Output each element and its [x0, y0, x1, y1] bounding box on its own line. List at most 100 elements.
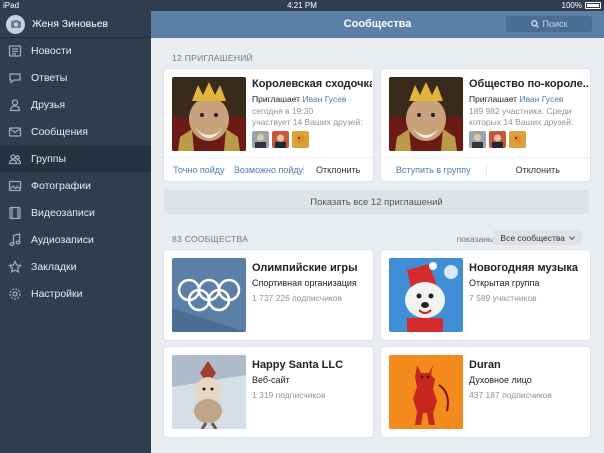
- community-count: 437 187 подписчиков: [469, 390, 552, 400]
- show-all-invitations-button[interactable]: Показать все 12 приглашений: [164, 190, 589, 214]
- invitation-actions: Точно пойду Возможно пойду Отклонить: [164, 157, 373, 181]
- profile-name: Женя Зиновьев: [32, 18, 109, 30]
- invitation-title: Общество по-короле...: [469, 78, 589, 90]
- filter-label: показаны: [456, 234, 494, 244]
- community-card[interactable]: Олимпийские игры Спортивная организация …: [164, 250, 373, 340]
- sidebar-item-settings[interactable]: Настройки: [0, 281, 151, 308]
- community-count: 1 319 подписчиков: [252, 390, 326, 400]
- gear-icon: [9, 288, 21, 300]
- santa-dog-image: [389, 258, 463, 332]
- inviter-link[interactable]: Иван Гусев: [519, 94, 563, 104]
- king-image: [172, 77, 246, 151]
- community-name: Олимпийские игры: [252, 262, 358, 274]
- filter-value: Все сообщества: [500, 232, 565, 243]
- invitation-card[interactable]: Королевская сходочка Приглашает Иван Гус…: [164, 69, 373, 181]
- invitation-actions: Вступить в группу Отклонить: [381, 157, 590, 181]
- king-image: [389, 77, 463, 151]
- event-time: сегодня в 19:30: [252, 106, 314, 116]
- decline-button[interactable]: Отклонить: [303, 158, 373, 181]
- sidebar-item-label: Друзья: [31, 99, 66, 111]
- invitation-title: Королевская сходочка: [252, 78, 372, 90]
- community-card[interactable]: Happy Santa LLC Веб-сайт 1 319 подписчик…: [164, 347, 373, 437]
- avatar[interactable]: [292, 131, 309, 148]
- sidebar-item-news[interactable]: Новости: [0, 38, 151, 65]
- status-bar: iPad 4:21 PM 100%: [0, 0, 604, 11]
- header-bar: Сообщества Поиск: [151, 11, 604, 38]
- sidebar-item-label: Сообщения: [31, 126, 88, 138]
- communities-section-label: 83 СООБЩЕСТВА: [172, 234, 249, 244]
- sidebar-item-answers[interactable]: Ответы: [0, 65, 151, 92]
- community-type: Спортивная организация: [252, 278, 357, 288]
- sidebar-item-label: Настройки: [31, 288, 83, 300]
- avatar[interactable]: [489, 131, 506, 148]
- invitation-inviter-line: Приглашает Иван Гусев: [252, 94, 346, 104]
- sidebar-item-label: Группы: [31, 153, 66, 165]
- member-count: 189 982 участника. Среди: [469, 106, 572, 116]
- main-content: 12 ПРИГЛАШЕНИЙ Королевская сходочка Приг…: [151, 38, 604, 453]
- invited-prefix: Приглашает: [469, 94, 518, 104]
- battery-percent: 100%: [561, 1, 582, 10]
- envelope-icon: [8, 127, 22, 137]
- inviter-link[interactable]: Иван Гусев: [302, 94, 346, 104]
- sidebar-item-label: Новости: [31, 45, 72, 57]
- community-type: Веб-сайт: [252, 375, 290, 385]
- photo-icon: [8, 180, 22, 192]
- sidebar-item-bookmarks[interactable]: Закладки: [0, 254, 151, 281]
- clock: 4:21 PM: [287, 1, 317, 10]
- star-icon: [8, 260, 22, 274]
- community-count: 1 737 226 подписчиков: [252, 293, 343, 303]
- battery-icon: [585, 2, 601, 9]
- community-filter-dropdown[interactable]: Все сообщества: [493, 230, 582, 245]
- sidebar-item-friends[interactable]: Друзья: [0, 92, 151, 119]
- maybe-button[interactable]: Возможно пойду: [233, 158, 304, 181]
- sidebar-item-label: Ответы: [31, 72, 68, 84]
- avatar[interactable]: [509, 131, 526, 148]
- community-name: Happy Santa LLC: [252, 359, 344, 371]
- sidebar-item-label: Аудиозаписи: [31, 234, 94, 246]
- community-name: Duran: [469, 359, 501, 371]
- community-count: 7 589 участников: [469, 293, 537, 303]
- devil-image: [389, 355, 463, 429]
- person-icon: [9, 99, 21, 112]
- battery-indicator: 100%: [562, 0, 601, 11]
- friends-count: участвует 14 Ваших друзей:: [252, 117, 363, 127]
- profile-row[interactable]: Женя Зиновьев: [0, 11, 151, 38]
- film-icon: [9, 206, 21, 220]
- avatar[interactable]: [469, 131, 486, 148]
- chat-bubble-icon: [9, 73, 21, 84]
- community-type: Открытая группа: [469, 278, 540, 288]
- friend-avatars: [469, 131, 526, 148]
- invitations-section-label: 12 ПРИГЛАШЕНИЙ: [172, 53, 254, 63]
- camera-icon: [6, 14, 25, 34]
- community-name: Новогодняя музыка: [469, 262, 578, 274]
- group-icon: [8, 154, 22, 165]
- invitation-card[interactable]: Общество по-короле... Приглашает Иван Гу…: [381, 69, 590, 181]
- friends-count: которых 14 Ваших друзей:: [469, 117, 574, 127]
- chevron-down-icon: [569, 235, 575, 240]
- invitation-inviter-line: Приглашает Иван Гусев: [469, 94, 563, 104]
- sidebar-menu: Новости Ответы Друзья Сообщения Группы Ф…: [0, 38, 151, 308]
- avatar[interactable]: [252, 131, 269, 148]
- sidebar-item-groups[interactable]: Группы: [0, 146, 151, 173]
- olympic-rings-image: [172, 258, 246, 332]
- community-card[interactable]: Duran Духовное лицо 437 187 подписчиков: [381, 347, 590, 437]
- avatar[interactable]: [272, 131, 289, 148]
- sidebar-item-videos[interactable]: Видеозаписи: [0, 200, 151, 227]
- search-input[interactable]: Поиск: [506, 16, 592, 32]
- music-note-icon: [9, 233, 21, 247]
- join-group-button[interactable]: Вступить в группу: [381, 158, 486, 181]
- community-type: Духовное лицо: [469, 375, 532, 385]
- sidebar: Женя Зиновьев Новости Ответы Друзья Сооб…: [0, 11, 151, 453]
- news-icon: [8, 45, 22, 57]
- going-button[interactable]: Точно пойду: [164, 158, 234, 181]
- decline-button[interactable]: Отклонить: [485, 158, 591, 181]
- sidebar-item-photos[interactable]: Фотографии: [0, 173, 151, 200]
- sidebar-item-label: Видеозаписи: [31, 207, 95, 219]
- search-icon: [530, 20, 539, 28]
- friend-avatars: [252, 131, 309, 148]
- invited-prefix: Приглашает: [252, 94, 301, 104]
- sidebar-item-messages[interactable]: Сообщения: [0, 119, 151, 146]
- search-placeholder: Поиск: [542, 19, 568, 29]
- community-card[interactable]: Новогодняя музыка Открытая группа 7 589 …: [381, 250, 590, 340]
- sidebar-item-audio[interactable]: Аудиозаписи: [0, 227, 151, 254]
